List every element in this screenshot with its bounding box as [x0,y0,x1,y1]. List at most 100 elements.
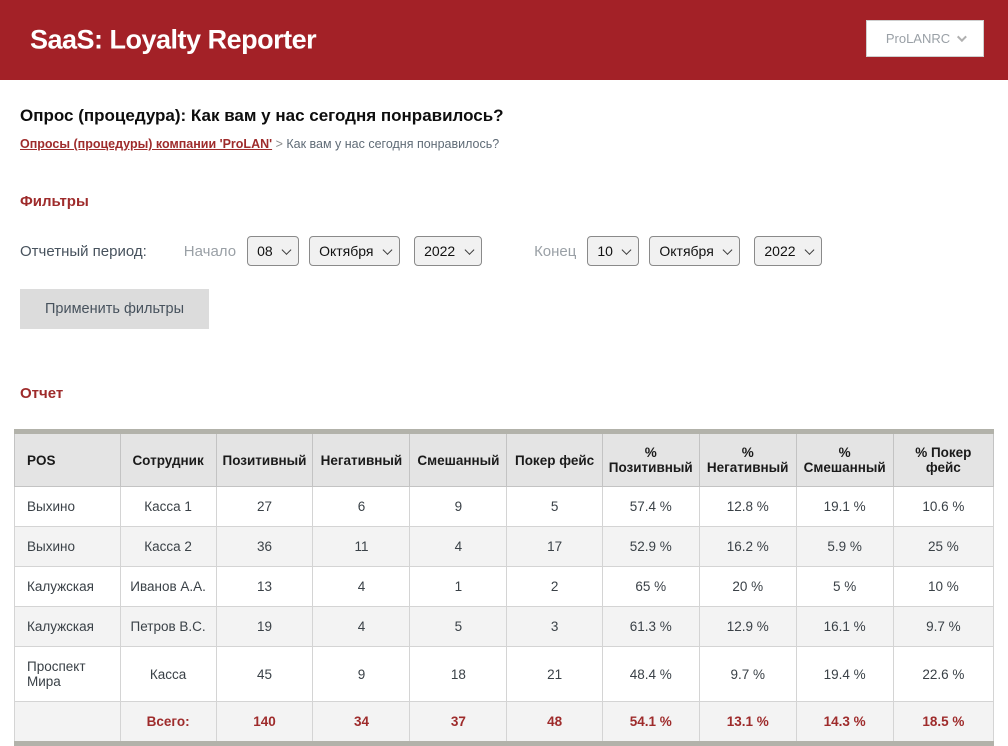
column-header: % Позитивный [602,432,699,487]
breadcrumb-link[interactable]: Опросы (процедуры) компании 'ProLAN' [20,137,272,151]
end-year-select[interactable]: 2022 [754,236,822,266]
breadcrumb-current: Как вам у нас сегодня понравилось? [286,137,499,151]
totals-cell: Всего: [120,702,216,744]
period-label: Отчетный период: [20,243,147,260]
table-row: КалужскаяПетров В.С.1945361.3 %12.9 %16.… [15,607,994,647]
start-year-select[interactable]: 2022 [414,236,482,266]
table-cell: 10.6 % [893,487,993,527]
table-row: ВыхиноКасса 2361141752.9 %16.2 %5.9 %25 … [15,527,994,567]
breadcrumb: Опросы (процедуры) компании 'ProLAN' > К… [20,137,988,151]
chevron-down-icon [957,32,967,42]
table-cell: 11 [313,527,410,567]
apply-filters-button[interactable]: Применить фильтры [20,289,209,329]
totals-cell: 54.1 % [602,702,699,744]
table-cell: 5 [507,487,602,527]
table-cell: 65 % [602,567,699,607]
breadcrumb-separator: > [272,137,286,151]
end-label: Конец [534,243,576,260]
filters-heading: Фильтры [20,193,988,210]
totals-cell: 18.5 % [893,702,993,744]
table-cell: 61.3 % [602,607,699,647]
table-cell: 12.9 % [699,607,796,647]
column-header: % Покер фейс [893,432,993,487]
report-table: POSСотрудникПозитивныйНегативныйСмешанны… [14,429,994,746]
start-day-select[interactable]: 08 [247,236,299,266]
table-cell: Иванов А.А. [120,567,216,607]
table-cell: 48.4 % [602,647,699,702]
table-row: КалужскаяИванов А.А.1341265 %20 %5 %10 % [15,567,994,607]
table-cell: 20 % [699,567,796,607]
account-selector-label: ProLANRC [886,31,950,46]
table-cell: 2 [507,567,602,607]
table-cell: 25 % [893,527,993,567]
column-header: Смешанный [410,432,507,487]
report-period-filter: Отчетный период: Начало 08 Октября 2022 … [20,236,988,266]
table-cell: 5.9 % [796,527,893,567]
end-month-select[interactable]: Октября [649,236,740,266]
table-cell: 17 [507,527,602,567]
table-cell: 5 % [796,567,893,607]
app-title: SaaS: Loyalty Reporter [30,25,316,56]
totals-cell: 13.1 % [699,702,796,744]
page-title: Опрос (процедура): Как вам у нас сегодня… [20,106,988,126]
table-cell: 52.9 % [602,527,699,567]
end-day-select[interactable]: 10 [587,236,639,266]
table-cell: Касса 2 [120,527,216,567]
table-cell: 18 [410,647,507,702]
table-cell: 19.1 % [796,487,893,527]
table-cell: 36 [216,527,313,567]
app-header: SaaS: Loyalty Reporter ProLANRC [0,0,1008,80]
start-month-select[interactable]: Октября [309,236,400,266]
table-cell: Петров В.С. [120,607,216,647]
table-cell: 9 [313,647,410,702]
header-row: POSСотрудникПозитивныйНегативныйСмешанны… [15,432,994,487]
totals-cell: 37 [410,702,507,744]
totals-cell: 140 [216,702,313,744]
column-header: Негативный [313,432,410,487]
column-header: Сотрудник [120,432,216,487]
table-cell: 45 [216,647,313,702]
column-header: POS [15,432,121,487]
totals-cell: 34 [313,702,410,744]
table-cell: Калужская [15,567,121,607]
table-cell: 16.1 % [796,607,893,647]
totals-cell: 14.3 % [796,702,893,744]
table-cell: 19.4 % [796,647,893,702]
table-cell: 9.7 % [699,647,796,702]
table-cell: 27 [216,487,313,527]
table-cell: Калужская [15,607,121,647]
table-cell: 57.4 % [602,487,699,527]
table-cell: 4 [313,567,410,607]
table-cell: Выхино [15,487,121,527]
table-cell: 3 [507,607,602,647]
column-header: Покер фейс [507,432,602,487]
totals-cell [15,702,121,744]
table-cell: 19 [216,607,313,647]
table-cell: 16.2 % [699,527,796,567]
table-row: Проспект МираКасса459182148.4 %9.7 %19.4… [15,647,994,702]
main-content: Опрос (процедура): Как вам у нас сегодня… [0,106,1008,746]
table-cell: Проспект Мира [15,647,121,702]
account-selector[interactable]: ProLANRC [866,20,984,57]
table-cell: 1 [410,567,507,607]
table-cell: 13 [216,567,313,607]
table-cell: 10 % [893,567,993,607]
table-cell: 4 [410,527,507,567]
table-cell: 4 [313,607,410,647]
table-cell: 6 [313,487,410,527]
column-header: % Негативный [699,432,796,487]
column-header: Позитивный [216,432,313,487]
table-row: ВыхиноКасса 12769557.4 %12.8 %19.1 %10.6… [15,487,994,527]
table-cell: 22.6 % [893,647,993,702]
table-cell: 12.8 % [699,487,796,527]
table-cell: 21 [507,647,602,702]
start-label: Начало [184,243,236,260]
table-cell: 9 [410,487,507,527]
table-cell: Касса 1 [120,487,216,527]
table-cell: 5 [410,607,507,647]
column-header: % Смешанный [796,432,893,487]
totals-cell: 48 [507,702,602,744]
report-heading: Отчет [20,385,988,402]
table-cell: Выхино [15,527,121,567]
table-cell: 9.7 % [893,607,993,647]
